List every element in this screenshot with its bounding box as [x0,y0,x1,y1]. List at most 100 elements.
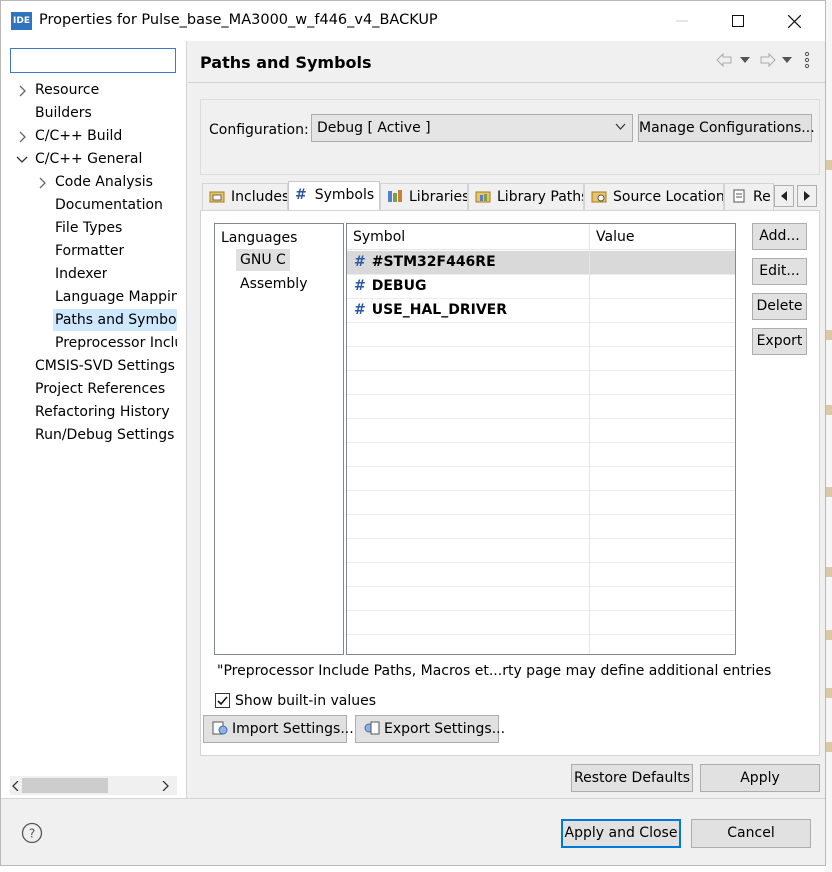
editor-marker [826,742,832,752]
tab-library-paths[interactable]: Library Paths [468,183,584,210]
table-row[interactable]: # #STM32F446RE [347,251,735,275]
empty-row [347,539,735,563]
tab-symbols[interactable]: # Symbols [288,181,380,211]
table-header: Symbol Value [347,224,735,250]
value-cell [590,299,735,322]
tab-label: Includes [231,189,288,205]
symbol-name: #STM32F446RE [371,254,496,270]
column-separator[interactable] [589,224,590,654]
library-folder-icon [475,191,491,203]
apply-and-close-button[interactable]: Apply and Close [561,819,681,848]
restore-defaults-button[interactable]: Restore Defaults [571,764,693,792]
table-row[interactable]: # DEBUG [347,275,735,299]
tab-includes[interactable]: Includes [202,183,288,210]
title-bar[interactable]: IDE Properties for Pulse_base_MA3000_w_f… [1,1,825,41]
window-title: Properties for Pulse_base_MA3000_w_f446_… [39,12,438,28]
export-settings-button[interactable]: Export Settings... [355,715,505,743]
tab-scroll-left-button[interactable] [774,185,794,207]
show-builtin-checkbox[interactable] [215,693,230,708]
editor-marker [826,160,832,170]
nav-item-paths-and-symbols[interactable]: Paths and Symbols [53,309,177,331]
nav-item-language-mappings[interactable]: Language Mappin [55,286,177,308]
edit-button[interactable]: Edit... [752,258,807,285]
manage-configurations-button[interactable]: Manage Configurations... [638,114,815,142]
info-note: "Preprocessor Include Paths, Macros et..… [217,663,772,679]
editor-marker [826,487,832,497]
apply-button[interactable]: Apply [700,764,820,792]
maximize-icon [732,15,744,27]
scroll-left-icon[interactable] [12,781,20,791]
nav-item-refactoring-history[interactable]: Refactoring History [35,401,170,423]
chevron-down-icon[interactable] [740,57,750,63]
tab-scroll-right-button[interactable] [797,185,817,207]
nav-item-run-debug[interactable]: Run/Debug Settings [35,424,174,446]
nav-item-resource[interactable]: Resource [35,79,99,101]
scrollbar-thumb[interactable] [22,778,108,793]
nav-item-preprocessor-include[interactable]: Preprocessor Inclu [55,332,177,354]
nav-item-builders[interactable]: Builders [35,102,92,124]
value-cell [590,275,735,298]
language-item-gnu-c[interactable]: GNU C [236,249,290,271]
symbol-cell: # #STM32F446RE [347,251,589,274]
help-icon[interactable]: ? [21,822,43,844]
tab-label: Library Paths [497,189,584,205]
empty-row [347,611,735,635]
empty-row [347,347,735,371]
source-folder-icon [591,191,607,203]
chevron-down-icon[interactable] [782,57,792,63]
table-row[interactable]: # USE_HAL_DRIVER [347,299,735,323]
filter-input[interactable] [10,48,176,73]
delete-button[interactable]: Delete [752,293,807,320]
configuration-select[interactable]: Debug [ Active ] [311,114,633,142]
editor-marker [826,567,832,577]
nav-item-file-types[interactable]: File Types [55,217,122,239]
dialog-footer: ? Apply and Close Cancel [1,798,825,865]
maximize-button[interactable] [713,5,763,37]
tab-libraries[interactable]: Libraries [380,183,468,210]
nav-item-project-references[interactable]: Project References [35,378,165,400]
navigation-pane: Resource Builders C/C++ Build C/C++ Gene… [1,41,187,798]
nav-item-formatter[interactable]: Formatter [55,240,124,262]
symbol-name: DEBUG [371,278,427,294]
more-menu-icon[interactable] [804,51,810,69]
reference-icon [733,189,745,203]
tab-source-location[interactable]: Source Location [584,183,724,210]
column-header-symbol[interactable]: Symbol [347,224,405,250]
nav-item-cmsis-svd[interactable]: CMSIS-SVD Settings [35,355,175,377]
language-item-assembly[interactable]: Assembly [240,273,307,295]
add-button[interactable]: Add... [752,223,807,250]
nav-item-code-analysis[interactable]: Code Analysis [55,171,153,193]
languages-list[interactable]: Languages GNU C Assembly [214,223,344,655]
tab-references[interactable]: Re [724,183,774,210]
nav-item-cpp-build[interactable]: C/C++ Build [35,125,122,147]
hash-icon: # [354,278,366,294]
history-navigation [716,51,816,71]
empty-row [347,515,735,539]
svg-text:?: ? [29,827,35,841]
cancel-button[interactable]: Cancel [691,819,811,848]
nav-item-indexer[interactable]: Indexer [55,263,107,285]
minimize-button[interactable] [657,5,707,37]
property-page: Paths and Symbols Configuration: Debug [… [188,41,825,798]
chevron-right-icon[interactable] [17,85,29,97]
tab-strip: Includes # Symbols Libraries Library Path… [202,181,820,211]
background-editor-edge [826,0,832,872]
symbol-name: USE_HAL_DRIVER [371,302,508,318]
nav-item-documentation[interactable]: Documentation [55,194,163,216]
column-header-value[interactable]: Value [590,224,634,250]
nav-horizontal-scrollbar[interactable] [10,776,177,795]
symbols-table[interactable]: Symbol Value # #STM32F446RE # DEBUG # USE_H… [346,223,736,655]
forward-arrow-icon[interactable] [760,53,776,67]
nav-item-cpp-general[interactable]: C/C++ General [35,148,142,170]
chevron-right-icon[interactable] [37,177,49,189]
import-settings-button[interactable]: Import Settings... [203,715,354,743]
minimize-icon [676,20,688,22]
show-builtin-label[interactable]: Show built-in values [235,691,376,711]
back-arrow-icon[interactable] [716,53,732,67]
chevron-down-icon[interactable] [16,154,28,166]
scroll-right-icon[interactable] [162,781,170,791]
library-icon [388,190,402,202]
export-button[interactable]: Export [752,328,807,355]
chevron-right-icon[interactable] [17,131,29,143]
close-button[interactable] [769,5,819,37]
